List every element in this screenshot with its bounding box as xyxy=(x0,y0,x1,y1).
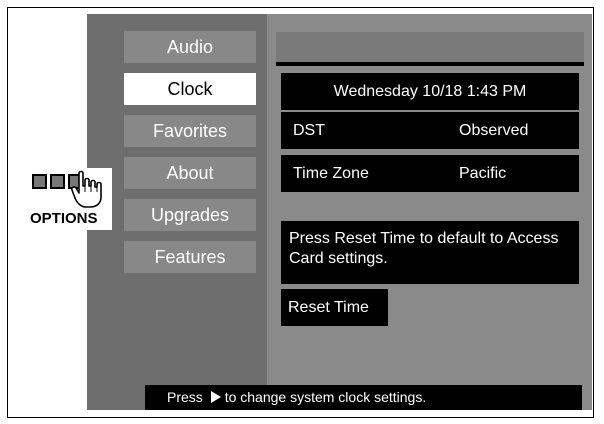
options-label: OPTIONS xyxy=(30,210,98,227)
status-suffix: to change system clock settings. xyxy=(224,389,427,405)
play-right-icon xyxy=(210,391,221,403)
timezone-label: Time Zone xyxy=(293,165,369,182)
datetime-display: Wednesday 10/18 1:43 PM xyxy=(281,73,579,110)
menu-item-favorites[interactable]: Favorites xyxy=(124,115,256,147)
menu-item-about[interactable]: About xyxy=(124,157,256,189)
options-icon[interactable]: OPTIONS xyxy=(30,168,112,230)
dst-value: Observed xyxy=(459,122,529,139)
menu-item-features[interactable]: Features xyxy=(124,241,256,273)
dst-row[interactable]: DST Observed xyxy=(281,112,579,149)
status-prefix: Press xyxy=(167,389,203,405)
menu-item-audio[interactable]: Audio xyxy=(124,31,256,63)
menu-item-upgrades[interactable]: Upgrades xyxy=(124,199,256,231)
option-square-1 xyxy=(32,174,47,189)
content-header xyxy=(276,32,584,65)
hand-pointer-icon xyxy=(71,170,102,208)
timezone-row[interactable]: Time Zone Pacific xyxy=(281,155,579,192)
status-bar: Press to change system clock settings. xyxy=(145,385,582,410)
menu-item-clock[interactable]: Clock xyxy=(124,73,256,105)
header-divider xyxy=(276,62,584,66)
info-text: Press Reset Time to default to Access Ca… xyxy=(281,221,579,284)
reset-time-button[interactable]: Reset Time xyxy=(281,289,388,326)
option-square-2 xyxy=(50,174,65,189)
dst-label: DST xyxy=(293,122,325,139)
timezone-value: Pacific xyxy=(459,165,507,182)
